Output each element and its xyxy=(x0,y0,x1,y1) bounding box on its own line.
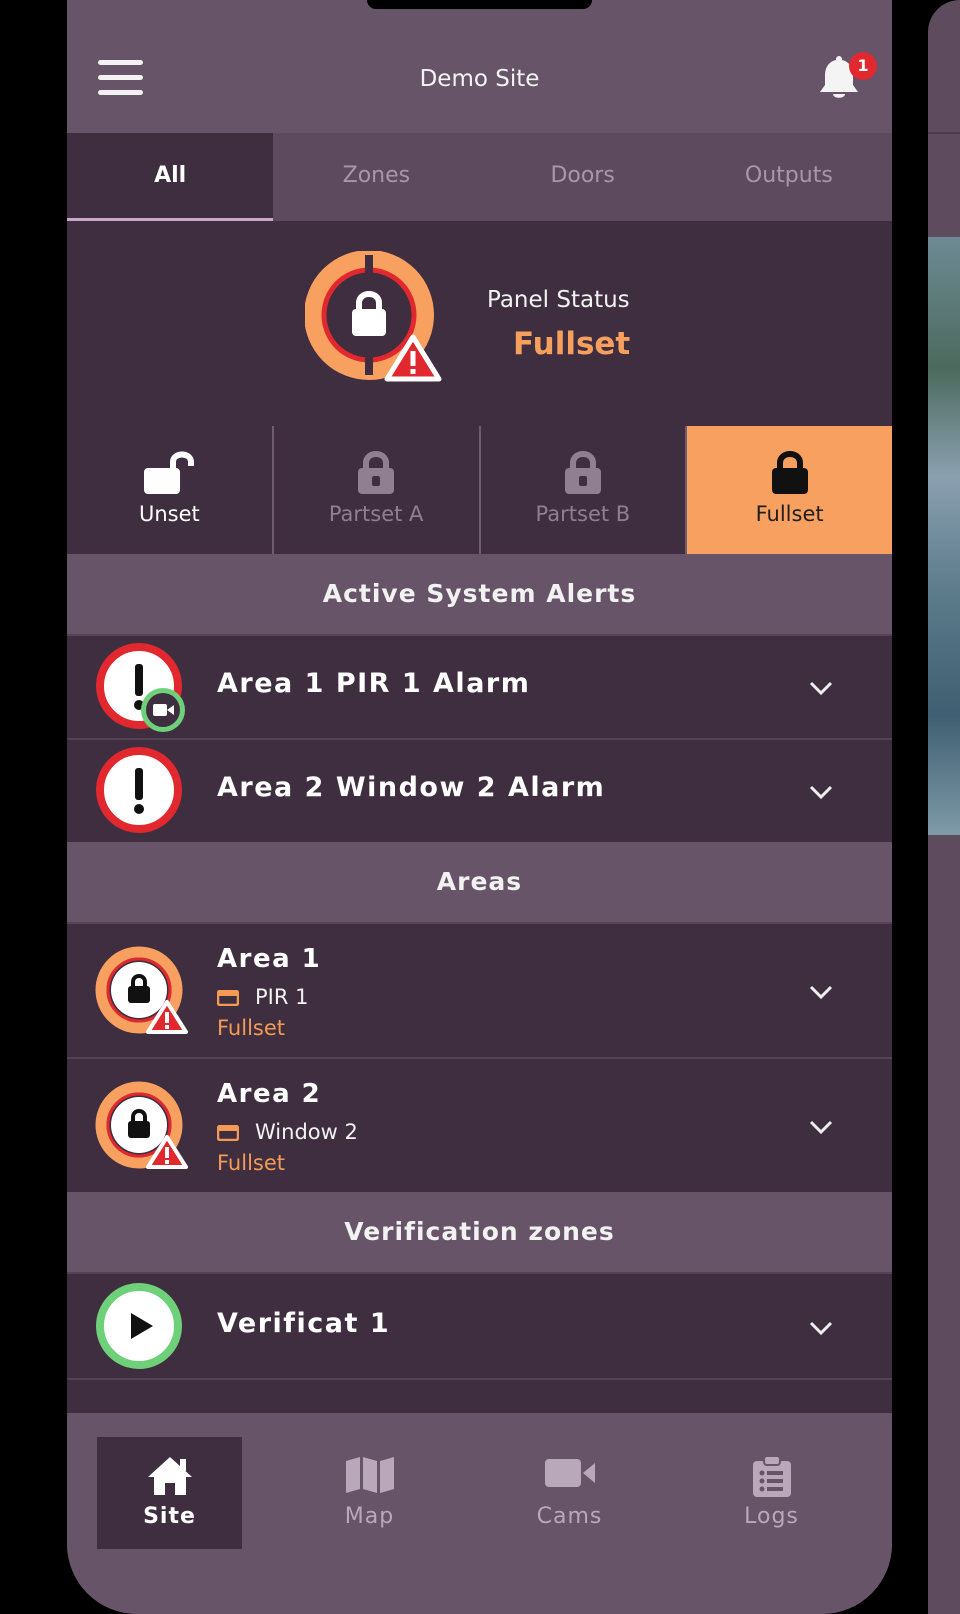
mode-label: Partset A xyxy=(328,502,424,526)
alert-name: Area 1 PIR 1 Alarm xyxy=(217,668,531,699)
nav-map[interactable]: Map xyxy=(297,1437,442,1549)
nav-cams[interactable]: Cams xyxy=(497,1437,642,1549)
chevron-down-icon[interactable] xyxy=(809,984,833,1000)
alarm-icon xyxy=(96,643,185,732)
alert-row[interactable]: Area 1 PIR 1 Alarm xyxy=(67,634,892,738)
zone-name: Window 2 xyxy=(255,1120,358,1144)
lock-icon xyxy=(771,451,808,494)
clipboard-icon xyxy=(752,1455,791,1497)
chevron-down-icon[interactable] xyxy=(809,784,833,800)
page-title: Demo Site xyxy=(419,66,540,92)
area-lock-alert-icon xyxy=(95,1081,188,1169)
nav-label: Cams xyxy=(536,1504,603,1529)
unlock-icon xyxy=(144,451,195,494)
nav-site[interactable]: Site xyxy=(97,1437,242,1549)
notification-badge: 1 xyxy=(849,52,877,80)
zone-sensor-icon xyxy=(217,990,239,1006)
bottom-navigation: Site Map Cams Logs xyxy=(67,1413,892,1614)
map-preview xyxy=(928,237,960,835)
area-row[interactable]: Area 1 PIR 1 Fullset xyxy=(67,922,892,1057)
home-icon xyxy=(147,1457,192,1495)
alerts-section-header: Active System Alerts xyxy=(67,554,892,634)
panel-lock-alert-icon xyxy=(305,251,442,382)
chevron-down-icon[interactable] xyxy=(809,1320,833,1336)
nav-label: Site xyxy=(143,1504,196,1529)
chevron-down-icon[interactable] xyxy=(809,1119,833,1135)
lock-icon xyxy=(358,451,395,494)
area-name: Area 2 xyxy=(217,1079,322,1109)
area-name: Area 1 xyxy=(217,944,322,974)
verification-name: Verificat 1 xyxy=(217,1308,391,1339)
unset-button[interactable]: Unset xyxy=(67,426,274,554)
nav-logs[interactable]: Logs xyxy=(699,1437,844,1549)
verification-row[interactable]: Verificat 1 xyxy=(67,1272,892,1378)
tab-zones[interactable]: Zones xyxy=(273,133,479,221)
arm-mode-selector: Unset Partset A Partset B Fullset xyxy=(67,426,892,554)
area-lock-alert-icon xyxy=(95,946,188,1034)
tab-doors[interactable]: Doors xyxy=(480,133,686,221)
divider xyxy=(928,132,960,134)
verification-section-header: Verification zones xyxy=(67,1192,892,1272)
mode-label: Fullset xyxy=(755,502,824,526)
nav-label: Map xyxy=(344,1504,395,1529)
mode-label: Partset B xyxy=(535,502,631,526)
nav-label: Logs xyxy=(744,1504,799,1529)
area-state: Fullset xyxy=(217,1016,286,1040)
areas-section-header: Areas xyxy=(67,842,892,922)
zone-name: PIR 1 xyxy=(255,985,309,1009)
app-header: Demo Site 1 xyxy=(67,0,892,131)
map-icon xyxy=(345,1457,394,1493)
adjacent-screen-edge xyxy=(928,0,960,1614)
mode-label: Unset xyxy=(138,502,200,526)
lock-icon xyxy=(564,451,601,494)
alert-row[interactable]: Area 2 Window 2 Alarm xyxy=(67,738,892,842)
list-bottom-spacer xyxy=(67,1378,892,1413)
area-row[interactable]: Area 2 Window 2 Fullset xyxy=(67,1057,892,1192)
fullset-button[interactable]: Fullset xyxy=(687,426,892,554)
tab-all[interactable]: All xyxy=(67,133,274,221)
play-icon[interactable] xyxy=(95,1282,187,1374)
zone-sensor-icon xyxy=(217,1125,239,1141)
tab-outputs[interactable]: Outputs xyxy=(686,133,892,221)
partset-a-button[interactable]: Partset A xyxy=(273,426,481,554)
partset-b-button[interactable]: Partset B xyxy=(480,426,688,554)
filter-tabs: All Zones Doors Outputs xyxy=(67,133,892,221)
chevron-down-icon[interactable] xyxy=(809,680,833,696)
camera-icon xyxy=(544,1459,595,1487)
alarm-icon xyxy=(96,747,182,833)
app-screen: Demo Site 1 All Zones Doors Outputs Pane… xyxy=(67,0,892,1614)
panel-status-value: Fullset xyxy=(513,326,631,362)
panel-status-card: Panel Status Fullset xyxy=(67,221,892,426)
alert-name: Area 2 Window 2 Alarm xyxy=(217,772,606,803)
panel-status-label: Panel Status xyxy=(487,287,630,313)
area-state: Fullset xyxy=(217,1151,286,1175)
